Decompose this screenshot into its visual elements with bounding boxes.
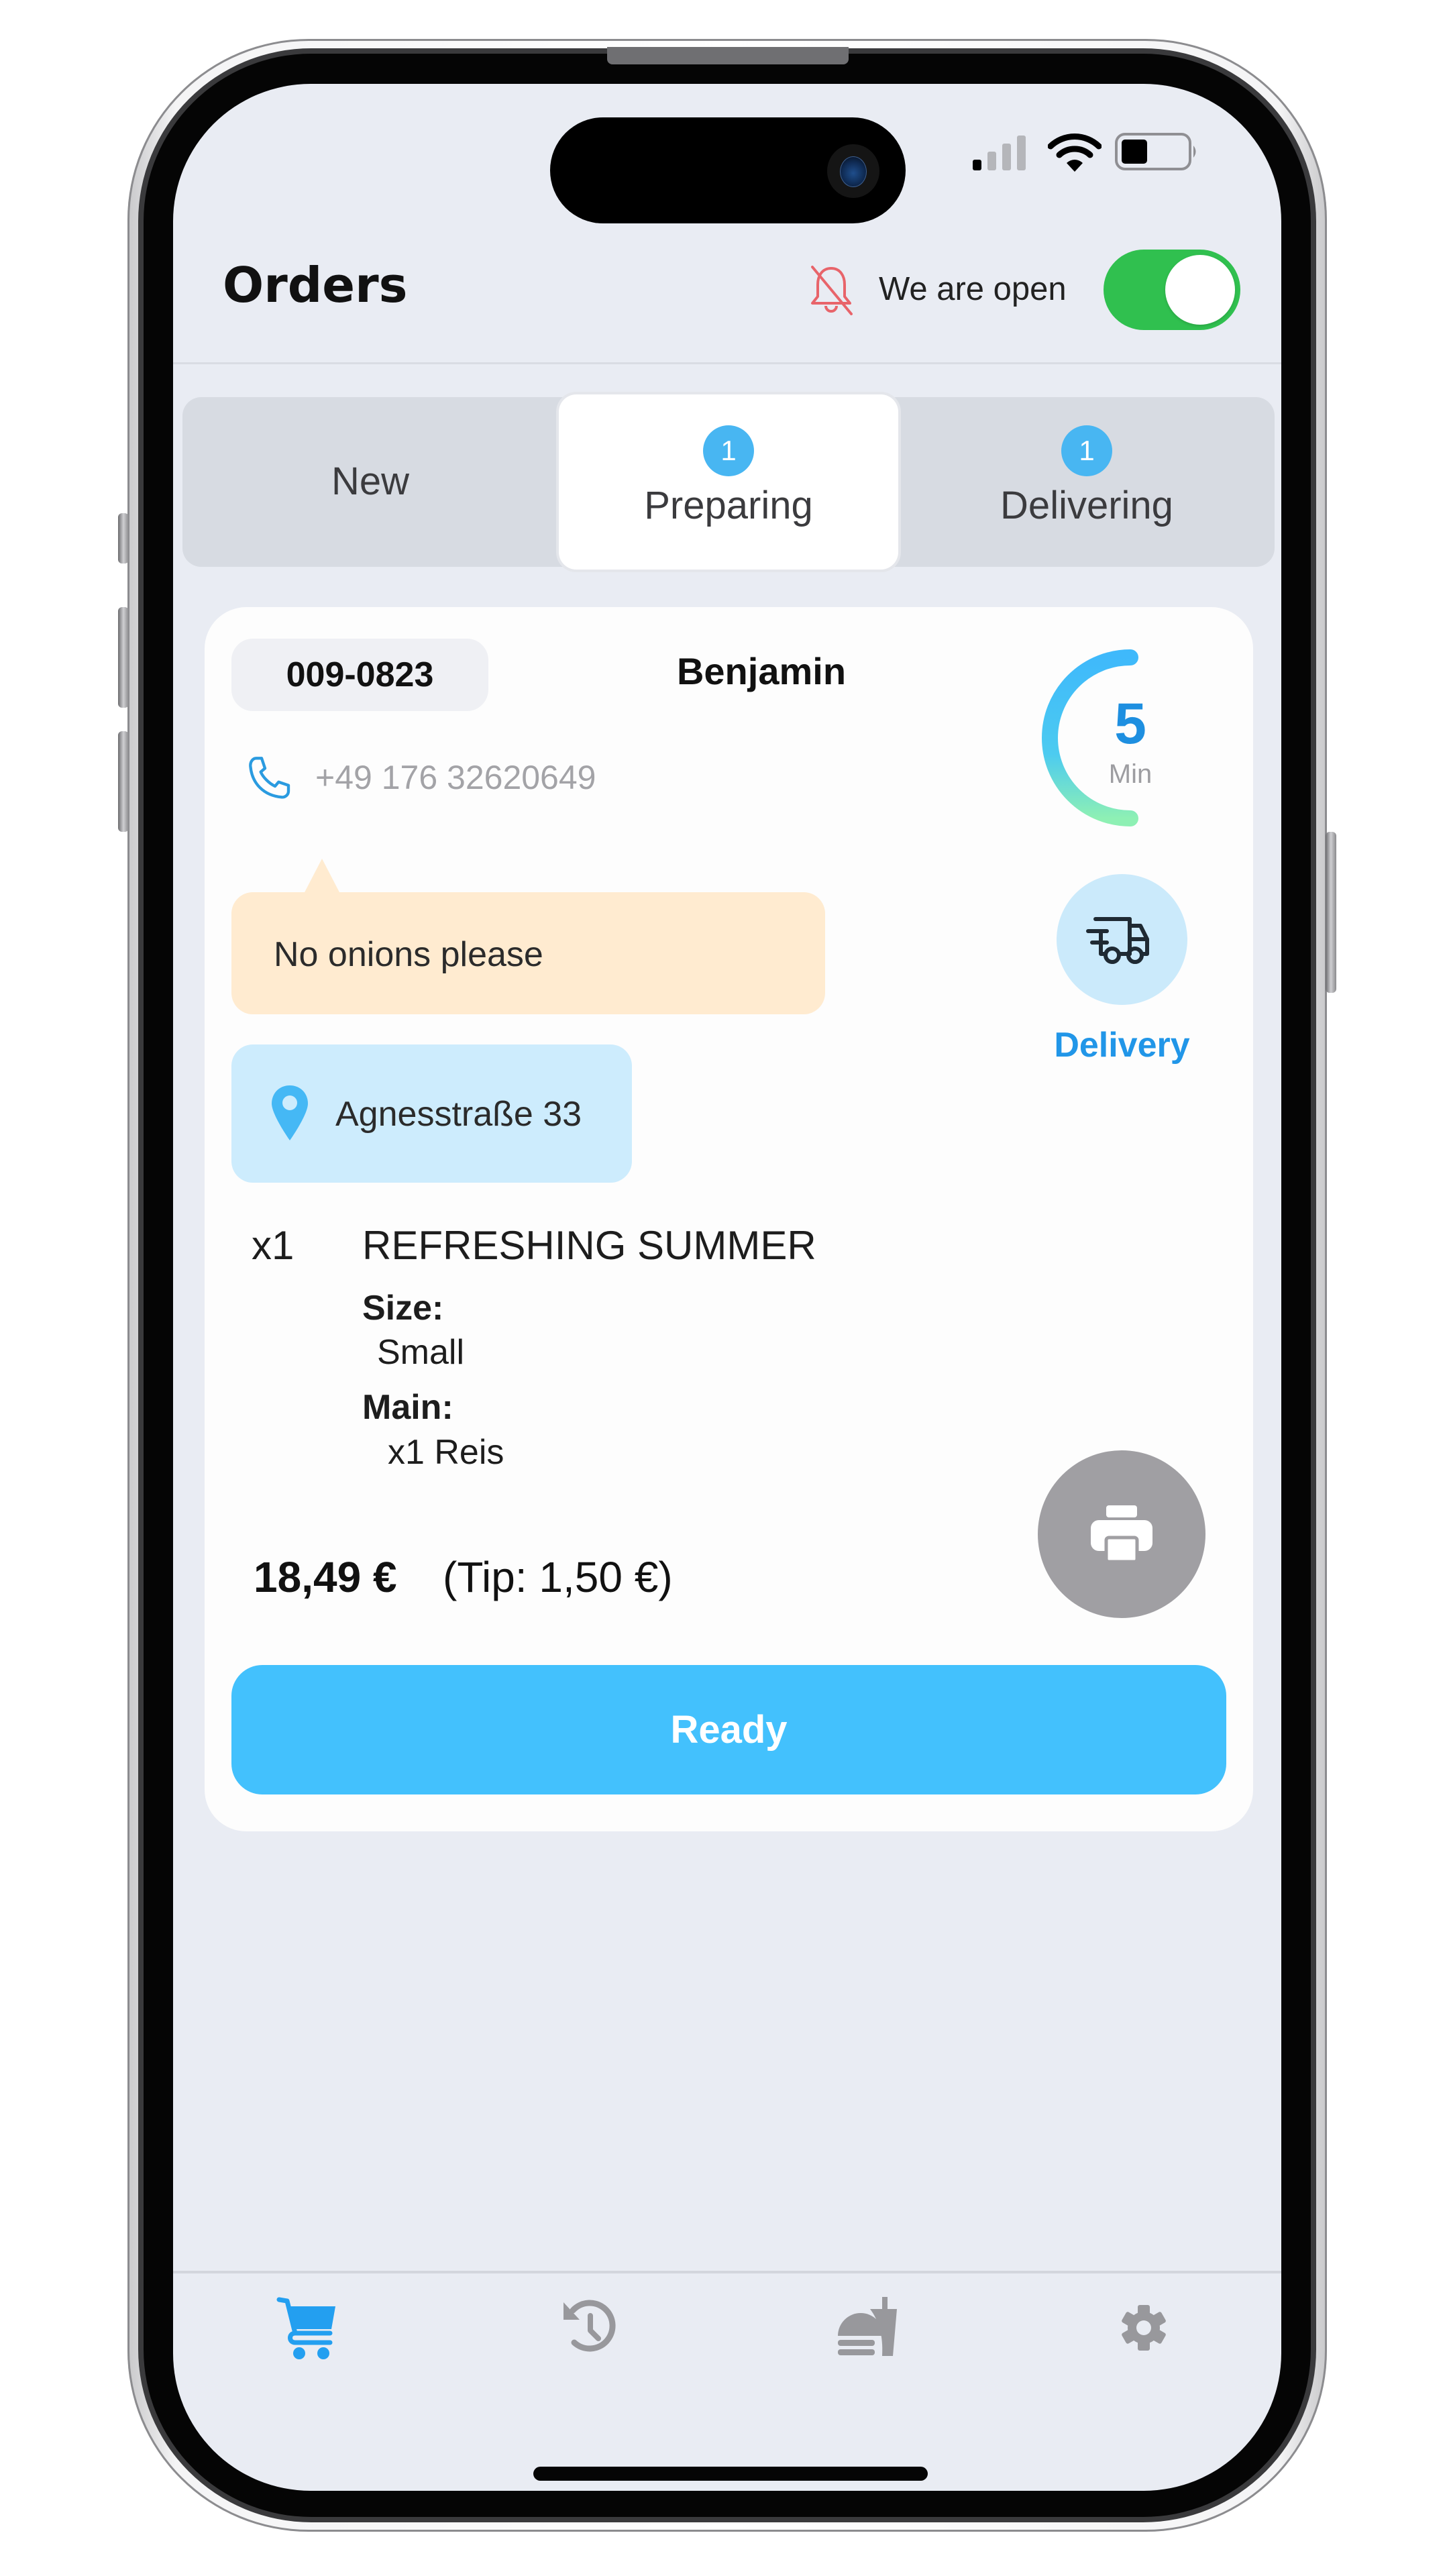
battery-icon	[1115, 133, 1196, 170]
nav-settings[interactable]	[1107, 2294, 1187, 2368]
home-indicator	[533, 2467, 928, 2481]
count-badge: 1	[703, 425, 754, 476]
note-text: No onions please	[274, 935, 543, 974]
customer-name: Benjamin	[676, 650, 847, 692]
volume-up-button	[118, 607, 129, 708]
order-total: 18,49 €	[254, 1553, 397, 1601]
item-quantity: x1	[252, 1223, 294, 1268]
wifi-icon	[1048, 133, 1102, 172]
bell-off-icon[interactable]	[807, 263, 855, 317]
address-text: Agnesstraße 33	[335, 1095, 582, 1134]
speaker-grille	[607, 47, 849, 64]
bottom-nav-divider	[173, 2271, 1281, 2273]
camera-lens	[840, 156, 867, 187]
settings-gear-icon	[1122, 2305, 1166, 2351]
signal-bar	[987, 152, 996, 170]
nav-orders[interactable]	[275, 2294, 356, 2368]
nav-menu[interactable]	[828, 2294, 909, 2368]
tab-delivering[interactable]: 1 Delivering	[899, 397, 1275, 567]
order-tip: (Tip: 1,50 €)	[443, 1553, 673, 1601]
print-button[interactable]	[1038, 1450, 1205, 1618]
delivery-type-label: Delivery	[1054, 1026, 1190, 1065]
signal-icon	[973, 136, 1030, 170]
history-icon	[564, 2300, 616, 2352]
item-name: REFRESHING SUMMER	[362, 1223, 816, 1268]
count-badge: 1	[1061, 425, 1112, 476]
option-label: Main:	[362, 1388, 453, 1427]
open-status-label: We are open	[879, 271, 1067, 307]
phone-icon[interactable]	[241, 753, 295, 806]
tab-label: Delivering	[1000, 484, 1173, 527]
ready-button[interactable]: Ready	[231, 1665, 1226, 1794]
timer-value: 5	[1114, 692, 1146, 756]
order-status-tabs: New 1 Preparing 1 Delivering	[182, 394, 1275, 570]
tab-label: New	[331, 460, 410, 503]
tab-preparing[interactable]: 1 Preparing	[559, 394, 898, 570]
volume-down-button	[118, 731, 129, 832]
tab-new[interactable]: New	[182, 397, 558, 567]
open-toggle[interactable]	[1104, 250, 1240, 330]
option-value: x1 Reis	[388, 1433, 504, 1472]
menu-food-icon	[838, 2297, 897, 2356]
timer-unit: Min	[1108, 759, 1152, 789]
nav-history[interactable]	[551, 2294, 632, 2368]
printer-icon	[1091, 1505, 1152, 1564]
location-pin-icon	[272, 1085, 308, 1140]
signal-bar	[1017, 136, 1026, 170]
delivery-truck-icon	[1086, 917, 1149, 964]
option-value: Small	[377, 1333, 465, 1372]
note-bubble-tail	[303, 859, 341, 895]
cart-icon	[276, 2297, 335, 2359]
power-button	[1326, 832, 1336, 993]
toggle-knob	[1165, 255, 1235, 325]
option-label: Size:	[362, 1289, 444, 1328]
tab-label: Preparing	[644, 484, 813, 527]
action-button	[118, 513, 129, 564]
signal-bar	[973, 160, 981, 170]
order-number: 009-0823	[231, 639, 488, 711]
header-divider	[173, 362, 1281, 364]
signal-bar	[1002, 144, 1011, 170]
page-title: Orders	[223, 257, 408, 313]
customer-phone[interactable]: +49 176 32620649	[315, 758, 596, 797]
